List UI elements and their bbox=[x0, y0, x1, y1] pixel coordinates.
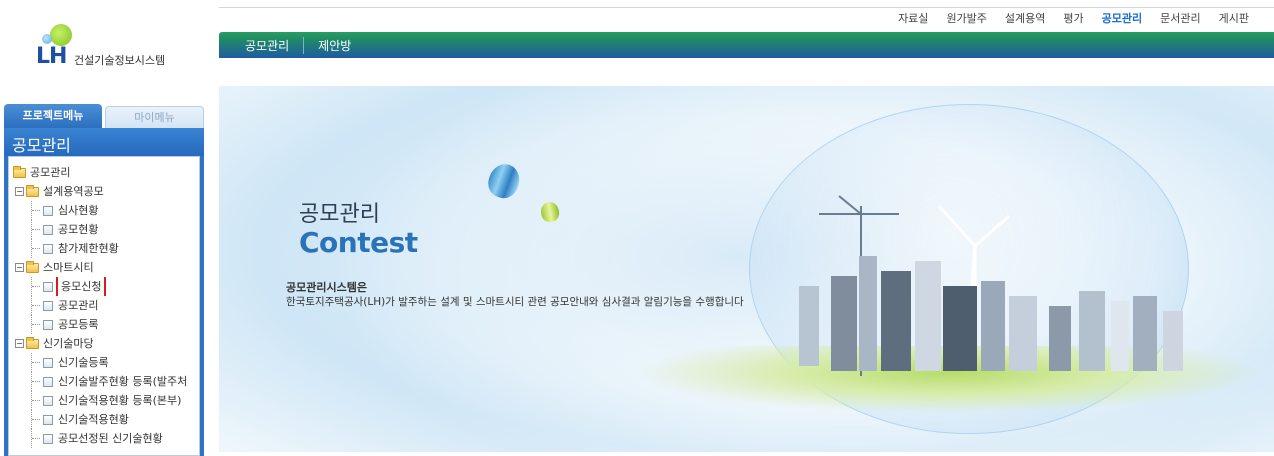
top-menu-documents[interactable]: 문서관리 bbox=[1151, 10, 1209, 26]
collapse-icon[interactable]: − bbox=[15, 339, 24, 348]
hero-title-english: Contest bbox=[299, 226, 418, 259]
document-icon bbox=[43, 281, 53, 292]
menu-tree: 공모관리 − 설계용역공모 심사현황 공모현황 참가제한현황 − 스마트시티 응… bbox=[8, 156, 200, 456]
document-icon bbox=[43, 433, 53, 444]
document-icon bbox=[43, 300, 53, 311]
tree-item-new-tech-apply-status[interactable]: 신기술적용현황 bbox=[9, 410, 199, 429]
top-menu-cost[interactable]: 원가발주 bbox=[937, 10, 995, 26]
document-icon bbox=[43, 224, 53, 235]
document-icon bbox=[43, 414, 53, 425]
top-menu-evaluation[interactable]: 평가 bbox=[1054, 10, 1092, 26]
sub-menu-proposal[interactable]: 제안방 bbox=[318, 37, 365, 54]
document-icon bbox=[43, 243, 53, 254]
logo-mark-green bbox=[50, 24, 72, 46]
tree-group-new-tech[interactable]: − 신기술마당 bbox=[9, 334, 199, 353]
folder-icon bbox=[26, 336, 39, 349]
tree-item-restriction-status[interactable]: 참가제한현황 bbox=[9, 239, 199, 258]
tree-item-contest-status[interactable]: 공모현황 bbox=[9, 220, 199, 239]
document-icon bbox=[43, 376, 53, 387]
document-icon bbox=[43, 319, 53, 330]
top-divider bbox=[219, 7, 1274, 8]
tab-project-menu[interactable]: 프로젝트메뉴 bbox=[4, 104, 102, 128]
folder-icon bbox=[26, 260, 39, 273]
sub-menu-bar: 공모관리 제안방 bbox=[219, 32, 1274, 58]
tree-item-review-status[interactable]: 심사현황 bbox=[9, 201, 199, 220]
hero-description-title: 공모관리시스템은 bbox=[286, 281, 367, 294]
logo-system-name: 건설기술정보시스템 bbox=[74, 54, 166, 67]
document-icon bbox=[43, 357, 53, 368]
folder-icon bbox=[13, 165, 26, 178]
top-menu: 자료실 원가발주 설계용역 평가 공모관리 문서관리 게시판 bbox=[889, 10, 1258, 26]
tree-item-new-tech-apply-hq[interactable]: 신기술적용현황 등록(본부) bbox=[9, 391, 199, 410]
top-menu-archive[interactable]: 자료실 bbox=[889, 10, 937, 26]
lh-logo[interactable]: LH 건설기술정보시스템 bbox=[20, 18, 190, 69]
tree-root[interactable]: 공모관리 bbox=[9, 163, 199, 182]
collapse-icon[interactable]: − bbox=[15, 263, 24, 272]
city-illustration bbox=[799, 195, 1183, 376]
document-icon bbox=[43, 205, 53, 216]
tree-group-smart-city[interactable]: − 스마트시티 bbox=[9, 258, 199, 277]
tree-item-apply-label: 응모신청 bbox=[55, 277, 107, 296]
hero-banner: 공모관리 Contest 공모관리시스템은 한국토지주택공사(LH)가 발주하는… bbox=[219, 86, 1274, 452]
logo-mark-blue bbox=[42, 34, 52, 44]
tree-item-new-tech-register[interactable]: 신기술등록 bbox=[9, 353, 199, 372]
tree-item-contest-register[interactable]: 공모등록 bbox=[9, 315, 199, 334]
tree-item-apply[interactable]: 응모신청 bbox=[9, 277, 199, 296]
tree-item-new-tech-order[interactable]: 신기술발주현황 등록(발주처 bbox=[9, 372, 199, 391]
hero-description: 한국토지주택공사(LH)가 발주하는 설계 및 스마트시티 관련 공모안내와 심… bbox=[286, 296, 744, 308]
top-menu-board[interactable]: 게시판 bbox=[1210, 10, 1258, 26]
buildings-icon bbox=[799, 256, 1183, 371]
logo-brand: LH bbox=[36, 44, 67, 69]
hero-title-korean: 공모관리 bbox=[299, 202, 380, 227]
left-panel: 공모관리 − 설계용역공모 심사현황 공모현황 참가제한현황 − 스마트시티 응… bbox=[4, 156, 204, 456]
tree-item-selected-new-tech[interactable]: 공모선정된 신기술현황 bbox=[9, 429, 199, 448]
folder-icon bbox=[26, 184, 39, 197]
sub-menu-contest[interactable]: 공모관리 bbox=[245, 36, 305, 54]
panel-title: 공모관리 bbox=[4, 128, 204, 158]
tab-my-menu[interactable]: 마이메뉴 bbox=[105, 106, 204, 128]
document-icon bbox=[43, 395, 53, 406]
top-menu-design[interactable]: 설계용역 bbox=[996, 10, 1054, 26]
top-menu-contest[interactable]: 공모관리 bbox=[1093, 10, 1151, 26]
tree-item-contest-manage[interactable]: 공모관리 bbox=[9, 296, 199, 315]
collapse-icon[interactable]: − bbox=[15, 187, 24, 196]
panel-tabs: 프로젝트메뉴 마이메뉴 bbox=[4, 104, 204, 128]
tree-group-design-contest[interactable]: − 설계용역공모 bbox=[9, 182, 199, 201]
